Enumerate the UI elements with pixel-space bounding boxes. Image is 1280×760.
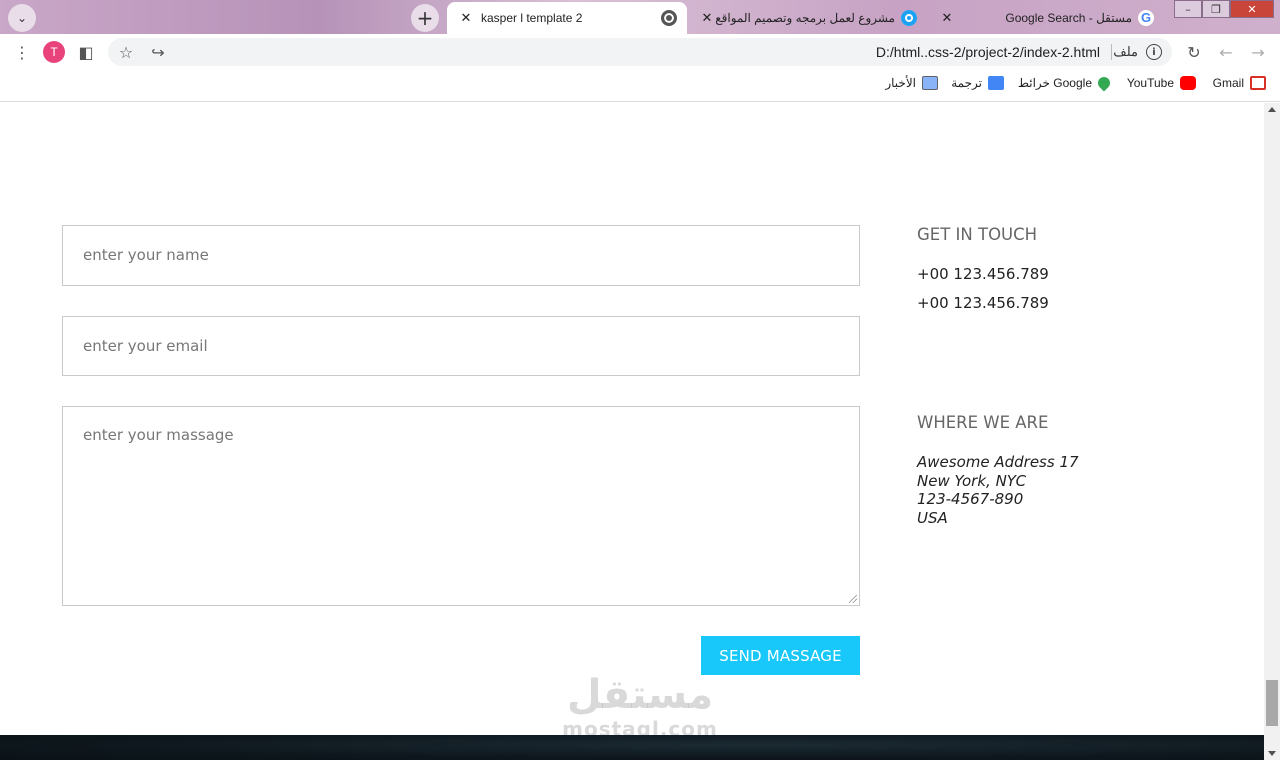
share-icon[interactable]: ↪ (148, 42, 168, 62)
tab-search-button[interactable]: ⌄ (8, 4, 36, 32)
vertical-scrollbar[interactable] (1264, 103, 1280, 760)
globe-icon (661, 10, 677, 26)
footer-background (0, 735, 1264, 760)
tab-strip: ⌄ + ✕ kasper l template 2 ✕ مشروع لعمل ب… (0, 0, 1280, 34)
menu-kebab-icon[interactable]: ⋮ (12, 42, 32, 62)
translate-icon (988, 76, 1004, 90)
close-tab-icon[interactable]: ✕ (698, 10, 716, 26)
mostaql-icon (901, 10, 917, 26)
side-panel-icon[interactable]: ◧ (76, 42, 96, 62)
phone-number: +00 123.456.789 (917, 265, 1049, 283)
youtube-icon (1180, 76, 1196, 90)
bookmark-label: Gmail (1212, 76, 1244, 90)
address-block: Awesome Address 17 New York, NYC 123-456… (917, 453, 1079, 527)
bookmark-maps[interactable]: خرائط Google (1017, 74, 1113, 92)
bookmark-star-icon[interactable]: ☆ (116, 42, 136, 62)
close-tab-icon[interactable]: ✕ (938, 10, 956, 26)
bookmark-label: ترجمة (951, 76, 982, 90)
gmail-icon (1250, 76, 1266, 90)
site-info-icon[interactable]: i (1146, 44, 1162, 60)
new-tab-button[interactable]: + (411, 4, 439, 32)
address-line: USA (917, 508, 948, 527)
bookmark-youtube[interactable]: YouTube (1127, 76, 1196, 90)
restore-button[interactable]: ❐ (1202, 0, 1230, 18)
message-textarea[interactable]: enter your massage (62, 406, 860, 606)
avatar[interactable]: T (43, 41, 65, 63)
news-icon (922, 76, 938, 90)
tab-kasper[interactable]: ✕ kasper l template 2 (447, 2, 687, 34)
email-placeholder: enter your email (83, 337, 208, 355)
bookmark-gmail[interactable]: Gmail (1213, 76, 1266, 90)
bookmark-translate[interactable]: ترجمة (951, 76, 1004, 90)
minimize-button[interactable]: – (1174, 0, 1202, 18)
message-placeholder: enter your massage (83, 426, 234, 444)
forward-icon[interactable]: → (1248, 42, 1268, 62)
scroll-thumb[interactable] (1266, 680, 1278, 726)
resize-handle-icon[interactable] (849, 595, 857, 603)
url-scheme-label: ملف (1113, 44, 1138, 59)
google-icon: G (1138, 10, 1154, 26)
scroll-down-icon[interactable] (1268, 751, 1276, 756)
address-line: 123-4567-890 (917, 490, 1024, 508)
address-line: Awesome Address 17 (917, 453, 1079, 471)
get-in-touch-heading: GET IN TOUCH (917, 225, 1038, 244)
url-divider (1111, 44, 1112, 60)
close-tab-icon[interactable]: ✕ (457, 10, 475, 26)
bookmark-news[interactable]: الأخبار (885, 76, 938, 90)
tab-mostaql-project[interactable]: ✕ مشروع لعمل برمجه وتصميم المواقع | مستق (690, 2, 925, 34)
tab-title: مشروع لعمل برمجه وتصميم المواقع | مستق (716, 11, 895, 25)
browser-toolbar: ⋮ T ◧ ☆ ↪ D:/html..css-2/project-2/index… (0, 34, 1280, 70)
address-bar[interactable]: ☆ ↪ D:/html..css-2/project-2/index-2.htm… (108, 38, 1172, 66)
send-message-button[interactable]: SEND MASSAGE (701, 636, 860, 675)
scroll-up-icon[interactable] (1268, 107, 1276, 112)
window-close-button[interactable]: ✕ (1230, 0, 1274, 18)
bookmark-label: خرائط Google (1017, 76, 1092, 90)
address-line: New York, NYC (917, 471, 1027, 490)
email-input[interactable]: enter your email (62, 316, 860, 376)
window-controls: – ❐ ✕ (1174, 0, 1274, 18)
url-text[interactable]: D:/html..css-2/project-2/index-2.html (876, 44, 1100, 60)
mostaql-watermark: مستقل mostaql.com (560, 673, 720, 741)
phone-number: +00 123.456.789 (917, 294, 1049, 312)
reload-icon[interactable]: ↻ (1184, 42, 1204, 62)
tab-title: kasper l template 2 (481, 11, 583, 25)
bookmark-label: الأخبار (885, 76, 916, 90)
maps-icon (1095, 74, 1113, 92)
tab-google-search[interactable]: ✕ مستقل - Google Search G (930, 2, 1162, 34)
watermark-arabic: مستقل (566, 672, 714, 718)
chevron-down-icon: ⌄ (16, 11, 28, 25)
tab-title: مستقل - Google Search (1005, 11, 1132, 25)
bookmark-label: YouTube (1126, 76, 1174, 90)
where-we-are-heading: WHERE WE ARE (917, 413, 1049, 432)
page-content: enter your name enter your email enter y… (0, 103, 1264, 760)
name-placeholder: enter your name (83, 246, 209, 264)
name-input[interactable]: enter your name (62, 225, 860, 286)
plus-icon: + (416, 6, 434, 30)
bookmarks-bar: Gmail YouTube خرائط Google ترجمة الأخبار (0, 70, 1280, 102)
back-icon[interactable]: ← (1216, 42, 1236, 62)
